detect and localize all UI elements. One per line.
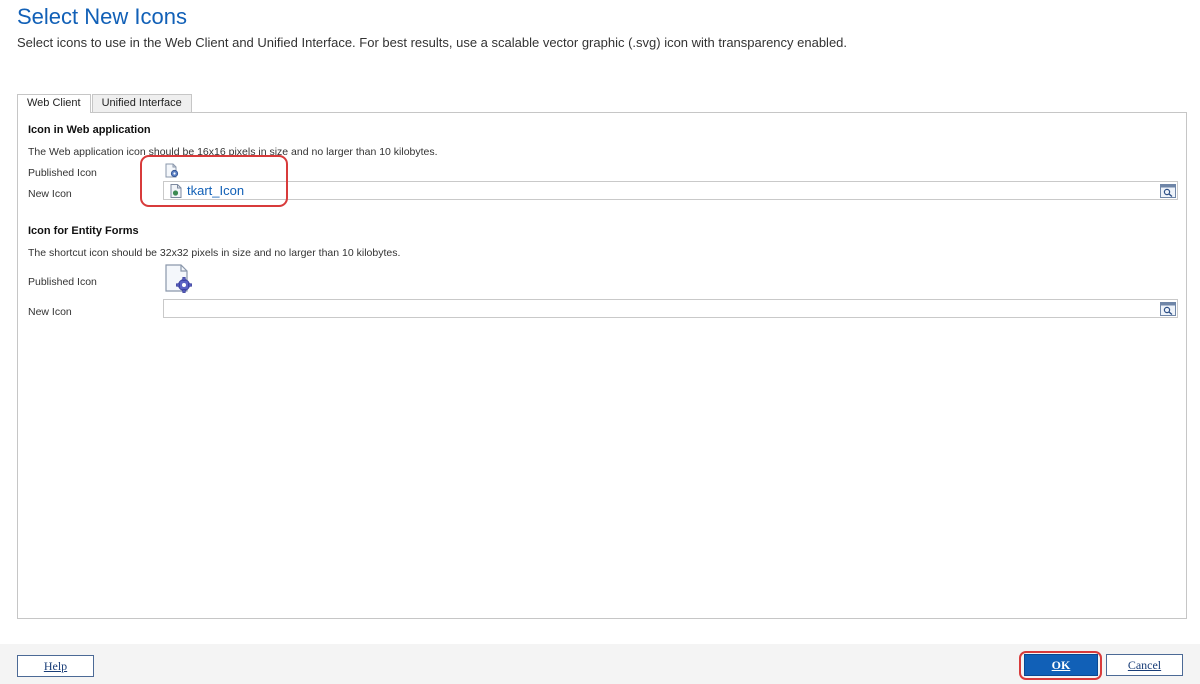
document-gear-icon-large xyxy=(165,264,192,293)
new-icon-label: New Icon xyxy=(28,188,72,200)
section-title-web-app: Icon in Web application xyxy=(28,124,151,136)
published-icon-label: Published Icon xyxy=(28,167,97,179)
tab-bar: Web Client Unified Interface xyxy=(17,94,193,113)
lookup-search-icon xyxy=(1159,301,1176,316)
lookup-search-icon xyxy=(1159,183,1176,198)
published-icon-label-large: Published Icon xyxy=(28,276,97,288)
lookup-button-large[interactable] xyxy=(1158,300,1177,317)
section-description-entity-forms: The shortcut icon should be 32x32 pixels… xyxy=(28,247,401,259)
highlight-annotation-icon xyxy=(140,155,288,207)
page-subtitle: Select icons to use in the Web Client an… xyxy=(17,35,848,50)
help-button[interactable]: Help xyxy=(17,655,94,677)
highlight-annotation-ok xyxy=(1019,651,1102,680)
page-title: Select New Icons xyxy=(17,4,187,29)
tab-unified-interface[interactable]: Unified Interface xyxy=(91,94,192,112)
tab-web-client[interactable]: Web Client xyxy=(17,94,91,113)
new-icon-lookup-field-large[interactable] xyxy=(163,299,1178,318)
cancel-button[interactable]: Cancel xyxy=(1106,654,1183,676)
lookup-button[interactable] xyxy=(1158,182,1177,199)
new-icon-lookup-field[interactable]: tkart_Icon xyxy=(163,181,1178,200)
section-title-entity-forms: Icon for Entity Forms xyxy=(28,225,139,237)
new-icon-label-large: New Icon xyxy=(28,306,72,318)
